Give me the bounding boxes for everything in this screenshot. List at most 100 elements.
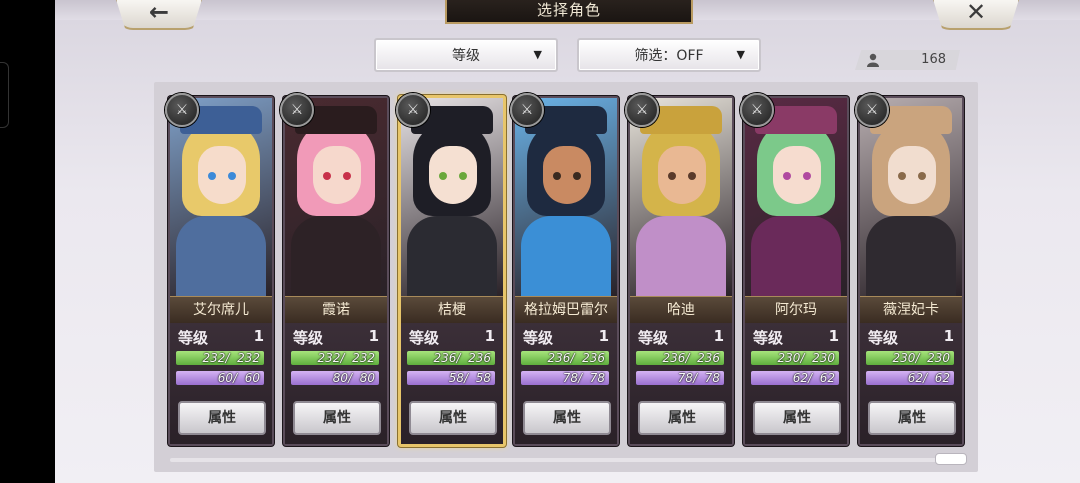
portrait-eye <box>553 172 561 180</box>
character-card[interactable]: ⚔ 阿尔玛 等级 1 230/ 230 62/ 62 属性 <box>740 93 849 446</box>
portrait-body <box>751 216 841 296</box>
chevron-down-icon: ▼ <box>533 48 542 61</box>
character-name: 桔梗 <box>401 296 503 324</box>
attributes-button[interactable]: 属性 <box>409 401 497 435</box>
character-count: 168 <box>855 50 960 70</box>
attributes-button[interactable]: 属性 <box>868 401 956 435</box>
character-select-screen: ← 选择角色 ✕ 等级 ▼ 筛选：OFF ▼ 168 ⚔ 艾尔席儿 等级 1 2… <box>55 0 1080 483</box>
portrait-face <box>773 146 821 204</box>
character-name: 阿尔玛 <box>745 296 847 324</box>
character-card[interactable]: ⚔ 桔梗 等级 1 236/ 236 58/ 58 属性 <box>396 93 506 447</box>
weapon-icon: ⚔ <box>855 93 889 127</box>
level-label: 等级 <box>293 329 324 347</box>
weapon-icon: ⚔ <box>280 93 314 127</box>
mp-value: 80/ 80 <box>332 371 375 385</box>
character-portrait[interactable] <box>515 98 617 296</box>
portrait-face <box>658 146 706 204</box>
back-arrow-icon: ← <box>148 0 170 26</box>
character-portrait[interactable] <box>401 98 503 296</box>
portrait-eye <box>803 172 811 180</box>
attributes-button[interactable]: 属性 <box>178 401 266 435</box>
portrait-eye <box>783 172 791 180</box>
hp-value: 232/ 232 <box>317 351 375 365</box>
mp-bar: 80/ 80 <box>291 371 379 385</box>
character-name: 霞诺 <box>285 296 387 324</box>
character-name: 格拉姆巴雷尔 <box>515 296 617 324</box>
character-stats: 等级 1 230/ 230 62/ 62 属性 <box>860 323 962 444</box>
character-portrait[interactable] <box>630 98 732 296</box>
filter-dropdown[interactable]: 筛选：OFF ▼ <box>577 38 761 72</box>
portrait-face <box>429 146 477 204</box>
portrait-face <box>313 146 361 204</box>
left-edge <box>0 0 55 483</box>
portrait-eye <box>898 172 906 180</box>
portrait-eye <box>439 172 447 180</box>
horizontal-scrollbar[interactable] <box>170 458 960 462</box>
level-label: 等级 <box>753 329 784 347</box>
hp-bar: 232/ 232 <box>291 351 379 365</box>
portrait-body <box>407 216 497 296</box>
attributes-button[interactable]: 属性 <box>523 401 611 435</box>
hp-value: 236/ 236 <box>433 351 491 365</box>
portrait-eye <box>688 172 696 180</box>
attributes-button[interactable]: 属性 <box>638 401 726 435</box>
character-portrait[interactable] <box>285 98 387 296</box>
person-icon <box>867 53 879 67</box>
page-title: 选择角色 <box>445 0 693 24</box>
hp-bar: 236/ 236 <box>521 351 609 365</box>
character-portrait[interactable] <box>170 98 272 296</box>
character-card[interactable]: ⚔ 格拉姆巴雷尔 等级 1 236/ 236 78/ 78 属性 <box>510 93 619 446</box>
portrait-face <box>198 146 246 204</box>
attributes-button[interactable]: 属性 <box>753 401 841 435</box>
character-name: 哈迪 <box>630 296 732 324</box>
scrollbar-thumb[interactable] <box>935 453 967 465</box>
close-icon: ✕ <box>965 0 987 26</box>
character-name: 艾尔席儿 <box>170 296 272 324</box>
level-label: 等级 <box>638 329 669 347</box>
character-stats: 等级 1 232/ 232 60/ 60 属性 <box>170 323 272 444</box>
portrait-eye <box>918 172 926 180</box>
mp-bar: 58/ 58 <box>407 371 495 385</box>
portrait-face <box>888 146 936 204</box>
count-value: 168 <box>921 52 946 67</box>
portrait-eye <box>573 172 581 180</box>
character-card[interactable]: ⚔ 薇涅妃卡 等级 1 230/ 230 62/ 62 属性 <box>855 93 964 446</box>
character-stats: 等级 1 236/ 236 78/ 78 属性 <box>630 323 732 444</box>
character-name: 薇涅妃卡 <box>860 296 962 324</box>
level-value: 1 <box>828 327 839 345</box>
mp-bar: 60/ 60 <box>176 371 264 385</box>
hp-value: 230/ 230 <box>777 351 835 365</box>
hp-bar: 230/ 230 <box>866 351 954 365</box>
character-portrait[interactable] <box>745 98 847 296</box>
character-card[interactable]: ⚔ 艾尔席儿 等级 1 232/ 232 60/ 60 属性 <box>165 93 274 446</box>
level-label: 等级 <box>523 329 554 347</box>
level-label: 等级 <box>868 329 899 347</box>
level-label: 等级 <box>178 329 209 347</box>
mp-value: 60/ 60 <box>217 371 260 385</box>
mp-value: 58/ 58 <box>448 371 491 385</box>
filter-label: 筛选：OFF <box>634 48 704 64</box>
mp-bar: 62/ 62 <box>866 371 954 385</box>
portrait-body <box>291 216 381 296</box>
character-stats: 等级 1 232/ 232 80/ 80 属性 <box>285 323 387 444</box>
mp-bar: 78/ 78 <box>521 371 609 385</box>
portrait-eye <box>228 172 236 180</box>
character-card[interactable]: ⚔ 哈迪 等级 1 236/ 236 78/ 78 属性 <box>625 93 734 446</box>
mp-bar: 78/ 78 <box>636 371 724 385</box>
character-list: ⚔ 艾尔席儿 等级 1 232/ 232 60/ 60 属性 ⚔ 霞诺 等级 1… <box>154 82 978 472</box>
sort-dropdown[interactable]: 等级 ▼ <box>374 38 558 72</box>
hp-bar: 232/ 232 <box>176 351 264 365</box>
portrait-eye <box>208 172 216 180</box>
portrait-face <box>543 146 591 204</box>
chevron-down-icon: ▼ <box>736 48 745 61</box>
level-label: 等级 <box>409 329 440 347</box>
weapon-icon: ⚔ <box>165 93 199 127</box>
character-portrait[interactable] <box>860 98 962 296</box>
character-card[interactable]: ⚔ 霞诺 等级 1 232/ 232 80/ 80 属性 <box>280 93 389 446</box>
close-button[interactable]: ✕ <box>932 0 1020 30</box>
portrait-eye <box>668 172 676 180</box>
weapon-icon: ⚔ <box>396 93 430 127</box>
back-button[interactable]: ← <box>115 0 203 30</box>
attributes-button[interactable]: 属性 <box>293 401 381 435</box>
mp-value: 62/ 62 <box>907 371 950 385</box>
